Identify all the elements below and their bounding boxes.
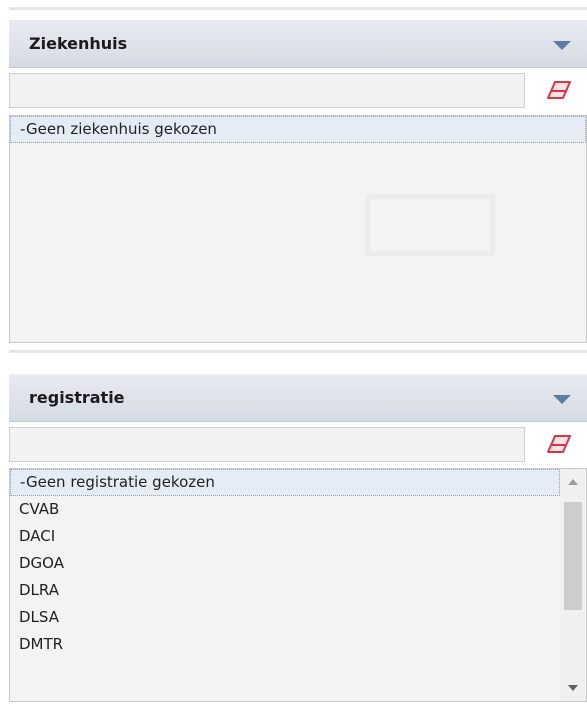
registratie-header[interactable]: registratie bbox=[9, 374, 587, 422]
list-item[interactable]: -Geen registratie gekozen bbox=[10, 469, 560, 496]
registratie-listbox[interactable]: -Geen registratie gekozen CVAB DACI DGOA… bbox=[9, 468, 587, 702]
ziekenhuis-title: Ziekenhuis bbox=[29, 34, 128, 53]
scroll-down-icon[interactable] bbox=[568, 685, 578, 691]
registratie-panel: registratie -Geen registratie gekozen CV… bbox=[9, 374, 587, 702]
scroll-thumb[interactable] bbox=[564, 502, 582, 610]
scrollbar[interactable] bbox=[560, 469, 586, 701]
list-item[interactable]: -Geen ziekenhuis gekozen bbox=[10, 116, 586, 143]
list-item[interactable]: CVAB bbox=[10, 496, 560, 523]
registratie-filter-row bbox=[9, 427, 587, 464]
panel-separator bbox=[9, 7, 587, 10]
panel-separator bbox=[9, 350, 587, 353]
registratie-filter-input[interactable] bbox=[9, 427, 525, 462]
eraser-icon[interactable] bbox=[546, 434, 572, 454]
list-item[interactable]: DGOA bbox=[10, 550, 560, 577]
ziekenhuis-filter-row bbox=[9, 73, 587, 110]
chevron-down-icon[interactable] bbox=[553, 41, 571, 50]
chevron-down-icon[interactable] bbox=[553, 395, 571, 404]
ziekenhuis-filter-input[interactable] bbox=[9, 73, 525, 108]
list-item[interactable]: DLRA bbox=[10, 577, 560, 604]
scroll-up-icon[interactable] bbox=[568, 479, 578, 485]
ziekenhuis-listbox[interactable]: -Geen ziekenhuis gekozen bbox=[9, 115, 587, 343]
list-item[interactable]: DACI bbox=[10, 523, 560, 550]
ziekenhuis-panel: Ziekenhuis -Geen ziekenhuis gekozen bbox=[9, 20, 587, 343]
list-item[interactable]: DLSA bbox=[10, 604, 560, 631]
registratie-list-items: -Geen registratie gekozen CVAB DACI DGOA… bbox=[10, 469, 560, 658]
registratie-title: registratie bbox=[29, 388, 125, 407]
ziekenhuis-header[interactable]: Ziekenhuis bbox=[9, 20, 587, 68]
eraser-icon[interactable] bbox=[546, 80, 572, 100]
list-item[interactable]: DMTR bbox=[10, 631, 560, 658]
ghost-artifact bbox=[365, 194, 495, 256]
